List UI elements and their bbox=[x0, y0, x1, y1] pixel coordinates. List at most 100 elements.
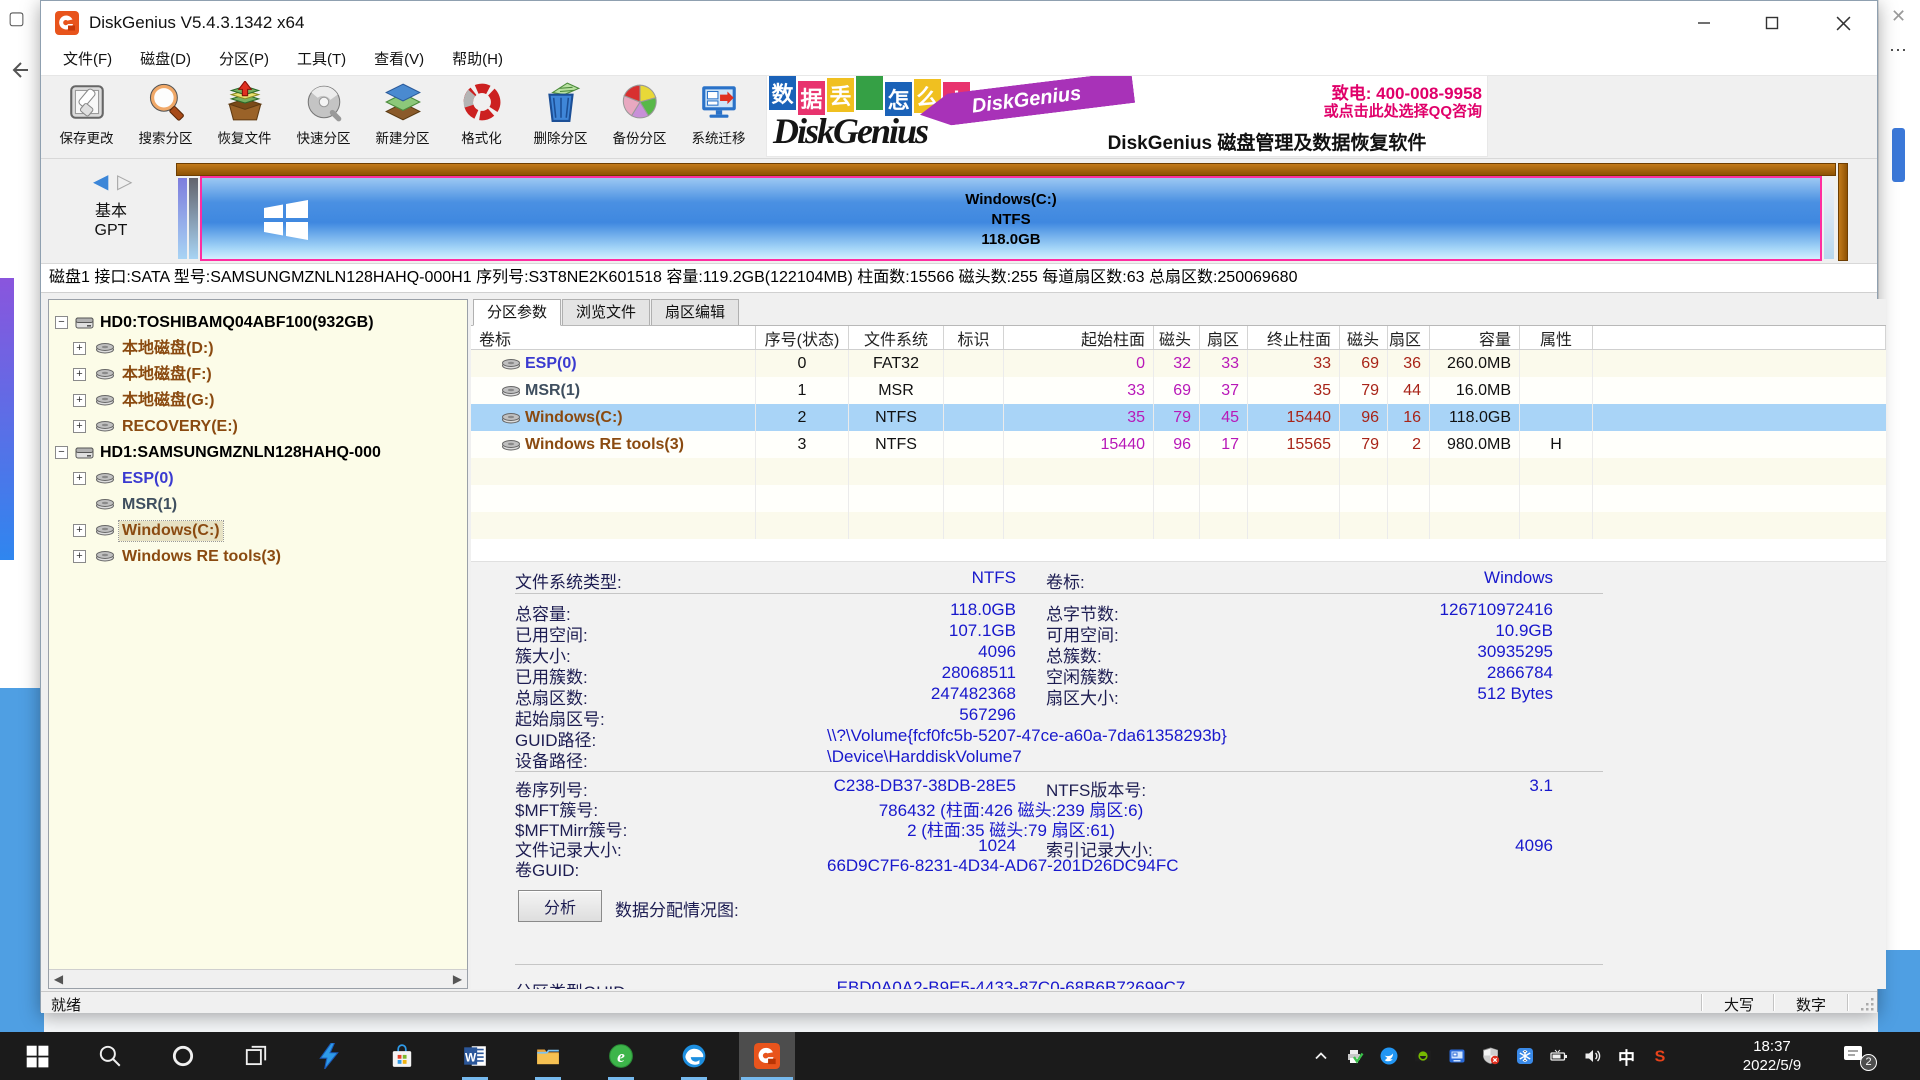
scroll-left-icon[interactable]: ◀ bbox=[49, 970, 68, 988]
save-changes-button[interactable]: 保存更改 bbox=[47, 76, 126, 158]
chevron-up-icon[interactable] bbox=[1312, 1047, 1330, 1065]
table-row-3[interactable]: Windows RE tools(3)3NTFS1544096171556579… bbox=[471, 431, 1886, 458]
tree-item-3[interactable]: +本地磁盘(G:) bbox=[49, 388, 467, 414]
expand-icon[interactable]: + bbox=[73, 394, 86, 407]
sogou-icon[interactable]: S bbox=[1651, 1047, 1669, 1065]
resize-grip-icon[interactable] bbox=[1859, 996, 1875, 1012]
column-header-9[interactable]: 扇区 bbox=[1388, 326, 1430, 349]
menu-item-0[interactable]: 文件(F) bbox=[49, 45, 126, 75]
expand-icon[interactable]: + bbox=[73, 420, 86, 433]
banner-qq-link[interactable]: 或点击此处选择QQ咨询 bbox=[1187, 100, 1482, 121]
column-header-11[interactable]: 属性 bbox=[1520, 326, 1593, 349]
column-header-10[interactable]: 容量 bbox=[1430, 326, 1520, 349]
browser-360-button[interactable]: e bbox=[593, 1032, 649, 1080]
background-close-icon[interactable]: ✕ bbox=[1891, 6, 1906, 27]
backup-partition-button[interactable]: 备份分区 bbox=[600, 76, 679, 158]
re-tools-partition-block[interactable] bbox=[1824, 178, 1834, 259]
tree-item-7[interactable]: MSR(1) bbox=[49, 492, 467, 518]
taskbar-search-button[interactable] bbox=[82, 1032, 138, 1080]
column-header-2[interactable]: 文件系统 bbox=[849, 326, 944, 349]
expand-icon[interactable]: + bbox=[73, 472, 86, 485]
tab-0[interactable]: 分区参数 bbox=[473, 299, 561, 326]
maximize-button[interactable] bbox=[1747, 1, 1797, 45]
expand-icon[interactable]: + bbox=[73, 342, 86, 355]
flash-app-button[interactable] bbox=[301, 1032, 357, 1080]
disk-bar-header[interactable] bbox=[176, 163, 1836, 176]
close-button[interactable] bbox=[1815, 1, 1871, 45]
task-view-button[interactable] bbox=[228, 1032, 284, 1080]
background-scrollbar-thumb[interactable] bbox=[1892, 128, 1905, 182]
tree-item-2[interactable]: +本地磁盘(F:) bbox=[49, 362, 467, 388]
column-header-3[interactable]: 标识 bbox=[944, 326, 1004, 349]
column-header-6[interactable]: 扇区 bbox=[1200, 326, 1248, 349]
edge-button[interactable] bbox=[666, 1032, 722, 1080]
msr-partition-block[interactable] bbox=[189, 178, 198, 259]
previous-disk-icon[interactable]: ◀ bbox=[93, 169, 108, 194]
back-arrow-icon[interactable] bbox=[8, 58, 32, 82]
menu-item-2[interactable]: 分区(P) bbox=[205, 45, 283, 75]
windows-partition-block[interactable]: Windows(C:) NTFS 118.0GB bbox=[200, 176, 1822, 261]
expand-icon[interactable]: + bbox=[73, 524, 86, 537]
expand-icon[interactable]: + bbox=[73, 550, 86, 563]
table-row-0[interactable]: ESP(0)0FAT3203233336936260.0MB bbox=[471, 350, 1886, 377]
tree-item-4[interactable]: +RECOVERY(E:) bbox=[49, 414, 467, 440]
column-header-4[interactable]: 起始柱面 bbox=[1004, 326, 1154, 349]
delete-partition-button[interactable]: 删除分区 bbox=[521, 76, 600, 158]
tab-1[interactable]: 浏览文件 bbox=[562, 299, 650, 325]
printer-check-icon[interactable] bbox=[1346, 1047, 1364, 1065]
next-disk-icon[interactable]: ▷ bbox=[117, 169, 132, 194]
column-header-1[interactable]: 序号(状态) bbox=[756, 326, 849, 349]
system-migration-button[interactable]: 系统迁移 bbox=[679, 76, 758, 158]
analyze-button[interactable]: 分析 bbox=[518, 890, 602, 922]
table-row-1[interactable]: MSR(1)1MSR33693735794416.0MB bbox=[471, 377, 1886, 404]
expand-icon[interactable]: + bbox=[73, 368, 86, 381]
intel-graphics-icon[interactable] bbox=[1448, 1047, 1466, 1065]
diskgenius-button[interactable] bbox=[739, 1032, 795, 1080]
tree-item-9[interactable]: +Windows RE tools(3) bbox=[49, 544, 467, 570]
tree-item-0[interactable]: −HD0:TOSHIBAMQ04ABF100(932GB) bbox=[49, 310, 467, 336]
battery-icon[interactable] bbox=[1550, 1047, 1568, 1065]
menu-item-3[interactable]: 工具(T) bbox=[283, 45, 360, 75]
dingtalk-icon[interactable] bbox=[1380, 1047, 1398, 1065]
cortana-button[interactable] bbox=[155, 1032, 211, 1080]
column-header-0[interactable]: 卷标 bbox=[471, 326, 756, 349]
menu-item-4[interactable]: 查看(V) bbox=[360, 45, 438, 75]
defender-alert-icon[interactable] bbox=[1482, 1047, 1500, 1065]
menu-item-1[interactable]: 磁盘(D) bbox=[126, 45, 205, 75]
tab-2[interactable]: 扇区编辑 bbox=[651, 299, 739, 325]
tree-item-5[interactable]: −HD1:SAMSUNGMZNLN128HAHQ-000 bbox=[49, 440, 467, 466]
ime-indicator[interactable]: 中 bbox=[1618, 1044, 1635, 1069]
more-options-icon[interactable]: ⋯ bbox=[1889, 40, 1907, 61]
search-partition-button[interactable]: 搜索分区 bbox=[126, 76, 205, 158]
table-row-2[interactable]: Windows(C:)2NTFS357945154409616118.0GB bbox=[471, 404, 1886, 431]
taskbar-clock[interactable]: 18:37 2022/5/9 bbox=[1722, 1037, 1822, 1075]
store-button[interactable] bbox=[374, 1032, 430, 1080]
partition-icon bbox=[501, 385, 521, 397]
tree-item-1[interactable]: +本地磁盘(D:) bbox=[49, 336, 467, 362]
quick-partition-button[interactable]: 快速分区 bbox=[284, 76, 363, 158]
scroll-right-icon[interactable]: ▶ bbox=[448, 970, 467, 988]
recover-files-button[interactable]: 恢复文件 bbox=[205, 76, 284, 158]
volume-icon[interactable] bbox=[1584, 1047, 1602, 1065]
minimize-button[interactable] bbox=[1679, 1, 1729, 45]
tree-item-8[interactable]: +Windows(C:) bbox=[49, 518, 467, 544]
collapse-icon[interactable]: − bbox=[55, 316, 68, 329]
format-button[interactable]: 格式化 bbox=[442, 76, 521, 158]
nvidia-icon[interactable] bbox=[1414, 1047, 1432, 1065]
start-button[interactable] bbox=[9, 1032, 65, 1080]
menu-item-5[interactable]: 帮助(H) bbox=[438, 45, 517, 75]
tree-horizontal-scrollbar[interactable]: ◀ ▶ bbox=[49, 969, 467, 988]
column-header-5[interactable]: 磁头 bbox=[1154, 326, 1200, 349]
new-partition-button[interactable]: 新建分区 bbox=[363, 76, 442, 158]
ad-banner[interactable]: 数据丢怎么! DiskGenius DiskGenius 致电: 400-008… bbox=[766, 75, 1488, 157]
column-header-7[interactable]: 终止柱面 bbox=[1248, 326, 1340, 349]
word-button[interactable]: W bbox=[447, 1032, 503, 1080]
snowflake-icon[interactable] bbox=[1516, 1047, 1534, 1065]
tree-item-6[interactable]: +ESP(0) bbox=[49, 466, 467, 492]
collapse-icon[interactable]: − bbox=[55, 446, 68, 459]
file-explorer-button[interactable] bbox=[520, 1032, 576, 1080]
esp-partition-block[interactable] bbox=[178, 178, 187, 259]
notification-center-button[interactable]: 2 bbox=[1842, 1042, 1882, 1070]
column-header-8[interactable]: 磁头 bbox=[1340, 326, 1388, 349]
disk-bar-handle[interactable] bbox=[1838, 163, 1848, 261]
